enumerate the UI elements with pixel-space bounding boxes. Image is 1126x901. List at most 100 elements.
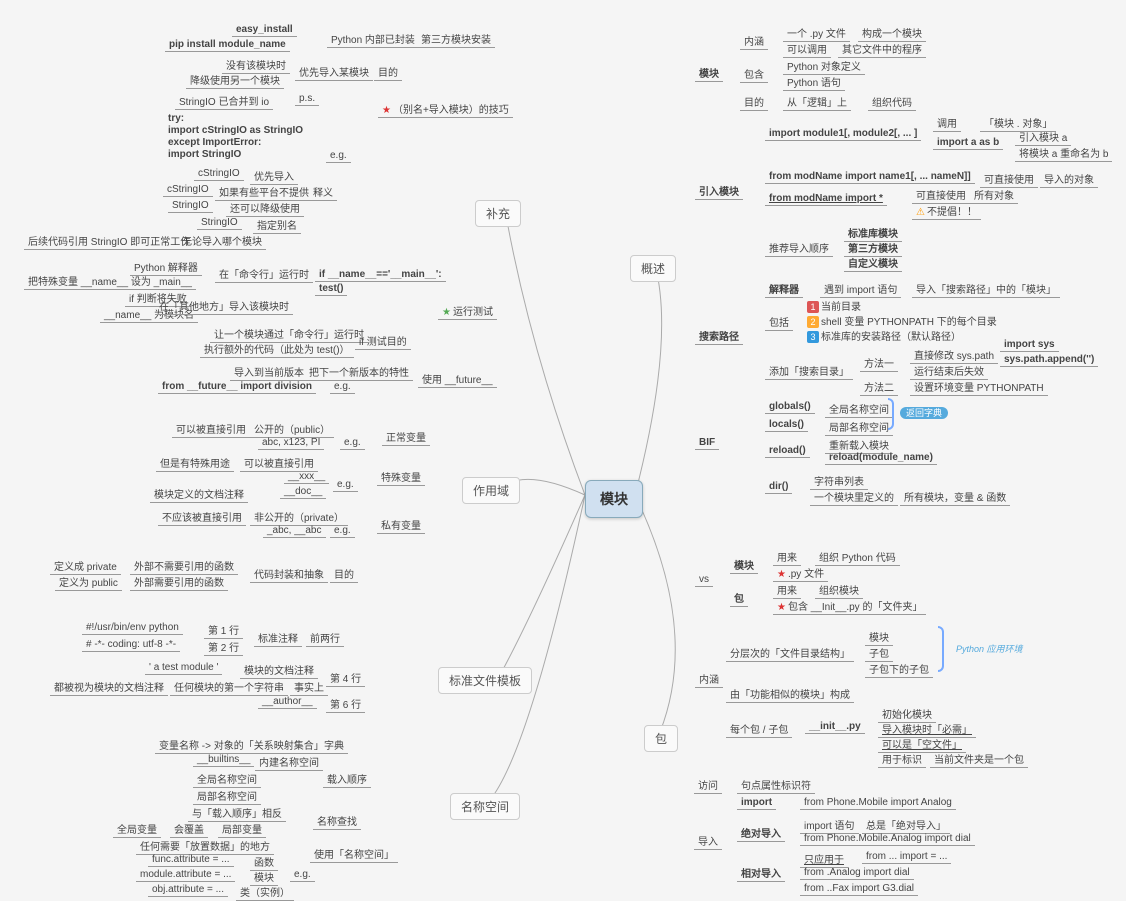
- n: import StringIO: [168, 149, 241, 160]
- n: 都被视为模块的文档注释: [50, 678, 168, 696]
- n: __builtins__: [193, 753, 254, 767]
- n: e.g.: [330, 380, 355, 394]
- n: 名称查找: [313, 812, 361, 830]
- n: 在「命令行」运行时: [215, 265, 313, 283]
- n: 相对导入: [737, 864, 785, 882]
- n: sys.path.append(''): [1000, 353, 1098, 367]
- n: 还可以降级使用: [226, 199, 304, 217]
- n: e.g.: [326, 149, 351, 163]
- n: 外部需要引用的函数: [130, 573, 228, 591]
- n: 方法二: [860, 378, 898, 396]
- n: 特殊变量: [377, 468, 425, 486]
- n: 绝对导入: [737, 824, 785, 842]
- n: 把下一个新版本的特性: [305, 363, 413, 381]
- n: 由「功能相似的模块」构成: [726, 685, 854, 703]
- n: 分层次的「文件目录结构」: [726, 644, 854, 662]
- n: __doc__: [280, 485, 326, 499]
- n: 使用「名称空间」: [310, 845, 398, 863]
- n: locals(): [765, 418, 808, 432]
- n: 后续代码引用 StringIO 即可正常工作: [24, 232, 194, 250]
- n: 访问: [694, 776, 722, 794]
- n: 第 2 行: [204, 638, 243, 656]
- n: __author__: [258, 695, 317, 709]
- branch-scope: 作用域: [462, 477, 520, 504]
- n: 不提倡！！: [912, 202, 981, 220]
- n: reload(module_name): [825, 451, 937, 465]
- n: 推荐导入顺序: [765, 239, 833, 257]
- n: easy_install: [232, 23, 297, 37]
- branch-overview: 概述: [630, 255, 676, 282]
- n: 执行额外的代码（此处为 test()）: [200, 340, 354, 358]
- n: 包括: [765, 313, 793, 331]
- n: 包含: [740, 65, 768, 83]
- n: 使用 __future__: [418, 370, 497, 388]
- n: 局部名称空间: [193, 787, 261, 805]
- n: 引入模块: [695, 182, 743, 200]
- n: cStringIO: [194, 167, 244, 181]
- n: #!/usr/bin/env python: [82, 621, 183, 635]
- n: 模块的文档注释: [240, 661, 318, 679]
- n: 其它文件中的程序: [838, 40, 926, 58]
- n: 方法一: [860, 354, 898, 372]
- n: from .Analog import dial: [800, 866, 914, 880]
- n: 导入「搜索路径」中的「模块」: [912, 280, 1060, 298]
- n: from ... import = ...: [862, 850, 951, 864]
- n: from Phone.Mobile.Analog import dial: [800, 832, 975, 846]
- n: 调用: [933, 114, 961, 132]
- n: 包: [730, 589, 748, 607]
- n: 第 1 行: [204, 621, 243, 639]
- n: 组织代码: [868, 93, 916, 111]
- n: 局部名称空间: [825, 418, 893, 436]
- n: 任何模块的第一个字符串: [170, 678, 288, 696]
- n: 全局变量: [113, 820, 161, 838]
- n: module.attribute = ...: [136, 868, 235, 882]
- n: 每个包 / 子包: [726, 720, 792, 738]
- n: StringIO 已合并到 io: [175, 92, 273, 110]
- n: 所有模块，变量 & 函数: [900, 488, 1010, 506]
- n: 第三方模块安装: [417, 30, 495, 48]
- n: from __future__ import division: [158, 380, 316, 394]
- n: 会覆盖: [170, 820, 208, 838]
- n: reload(): [765, 444, 810, 458]
- n: StringIO: [168, 199, 213, 213]
- n: dir(): [765, 480, 792, 494]
- n: __init__.py: [805, 720, 865, 734]
- n: 前两行: [306, 629, 344, 647]
- n: import sys: [1000, 338, 1059, 352]
- n: 模块: [695, 64, 723, 82]
- n: 返回字典: [900, 406, 948, 419]
- n: 2shell 变量 PYTHONPATH 下的每个目录: [807, 313, 997, 328]
- n: 设置环境变量 PYTHONPATH: [910, 378, 1048, 396]
- n: obj.attribute = ...: [148, 883, 228, 897]
- n: __xxx__: [284, 470, 329, 484]
- n: 代码封装和抽象: [250, 565, 328, 583]
- n: 类（实例）: [236, 883, 294, 901]
- n: 运行测试: [438, 302, 497, 320]
- n: 全局名称空间: [825, 400, 893, 418]
- n: 优先导入某模块: [295, 63, 373, 81]
- brace-icon: [938, 626, 944, 672]
- n: 用于标识: [878, 750, 926, 768]
- branch-template: 标准文件模板: [438, 667, 532, 694]
- n: 目的: [740, 93, 768, 111]
- n: Python 语句: [783, 73, 845, 91]
- n: from modName import name1[, ... nameN]]: [765, 170, 975, 184]
- n: globals(): [765, 400, 815, 414]
- n: 不应该被直接引用: [158, 508, 246, 526]
- n: 内涵: [740, 32, 768, 50]
- root-node: 模块: [585, 480, 643, 518]
- n: import cStringIO as StringIO: [168, 125, 303, 136]
- n: 但是有特殊用途: [156, 454, 234, 472]
- n: e.g.: [333, 478, 358, 492]
- n: p.s.: [295, 92, 319, 106]
- n: from modName import *: [765, 192, 887, 206]
- n: e.g.: [330, 524, 355, 538]
- n: 内涵: [695, 670, 723, 688]
- n: 第 6 行: [326, 695, 365, 713]
- n: 1当前目录: [807, 298, 861, 313]
- n: StringIO: [197, 216, 242, 230]
- n: 当前文件夹是一个包: [930, 750, 1028, 768]
- n: 遇到 import 语句: [820, 280, 901, 298]
- n: 搜索路径: [695, 327, 743, 345]
- n: 字典: [320, 736, 348, 754]
